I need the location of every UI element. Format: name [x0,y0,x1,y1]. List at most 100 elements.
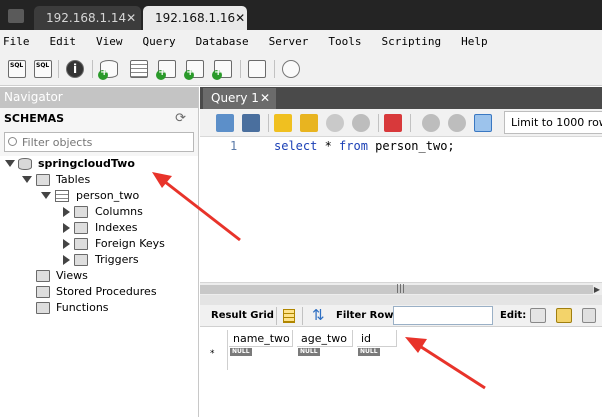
filter-rows-input[interactable] [393,306,493,325]
tab-query-1[interactable]: Query 1 ✕ [203,88,276,109]
collapse-arrow-icon[interactable] [63,207,70,217]
menu-scripting[interactable]: Scripting [378,35,448,48]
function-add-button[interactable] [212,58,234,80]
result-grid-button[interactable]: Result Grid [211,308,274,324]
expand-arrow-icon[interactable] [22,176,32,183]
line-gutter: 1 [200,137,240,282]
panel-splitter[interactable] [200,295,602,305]
column-header-name-two[interactable]: name_two [229,330,293,347]
sql-open-icon [34,60,52,78]
null-cell[interactable]: NULL [298,348,320,356]
sql-code-line[interactable]: select * from person_two; [274,139,455,153]
sql-keyword: select [274,139,318,153]
collapse-arrow-icon[interactable] [63,239,70,249]
search-table-icon [248,60,266,78]
connection-tab-192-168-1-16[interactable]: 192.168.1.16 ✕ [143,6,247,30]
edit-row-icon[interactable] [530,308,546,323]
tree-item-tables[interactable]: Tables [0,172,199,188]
search-table-button[interactable] [246,58,268,80]
close-icon[interactable]: ✕ [260,88,270,109]
execute-icon[interactable] [274,114,292,132]
toolbar-separator [378,114,379,132]
menu-view[interactable]: View [93,35,130,48]
save-icon[interactable] [242,114,260,132]
tree-item-functions[interactable]: Functions [0,300,199,316]
expand-arrow-icon[interactable] [5,160,15,167]
connection-tab-192-168-1-14[interactable]: 192.168.1.14 ✕ [34,6,141,30]
folder-open-icon[interactable] [216,114,234,132]
column-header-id[interactable]: id [357,330,397,347]
limit-rows-select[interactable]: Limit to 1000 rows [504,111,602,134]
filter-objects-input[interactable] [4,132,194,152]
edit-label: Edit: [500,310,527,321]
schema-add-button[interactable] [98,58,120,80]
views-folder-icon [36,270,50,282]
toolbar-separator [410,114,411,132]
result-toolbar: Result Grid ⇅ Filter Rows: Edit: [200,305,602,327]
expand-arrow-icon[interactable] [41,192,51,199]
menu-edit[interactable]: Edit [47,35,84,48]
autocommit-icon[interactable] [474,114,492,132]
tree-item-stored-procedures[interactable]: Stored Procedures [0,284,199,300]
tree-item-columns[interactable]: Columns [0,204,199,220]
menu-file[interactable]: File [0,35,37,48]
view-add-button[interactable] [156,58,178,80]
tree-item-schema[interactable]: springcloudTwo [0,156,199,172]
tree-item-label: Triggers [95,253,139,266]
routine-add-button[interactable] [184,58,206,80]
refresh-icon[interactable]: ⟳ [175,112,186,125]
column-header-age-two[interactable]: age_two [297,330,353,347]
tree-item-label: Columns [95,205,143,218]
reconnect-button[interactable] [280,58,302,80]
row-selector-column [203,330,228,370]
commit-icon[interactable] [422,114,440,132]
add-row-icon[interactable] [556,308,572,323]
reconnect-icon [282,60,300,78]
home-icon[interactable] [8,9,24,23]
null-cell[interactable]: NULL [230,348,252,356]
null-cell[interactable]: NULL [358,348,380,356]
sql-open-button[interactable] [32,58,54,80]
collapse-arrow-icon[interactable] [63,223,70,233]
info-button[interactable] [64,58,86,80]
menu-help[interactable]: Help [458,35,495,48]
grid-view-icon[interactable] [283,309,295,323]
tree-item-label: Tables [56,173,91,186]
query-tab-label: Query 1 [211,91,259,105]
execute-current-icon[interactable] [300,114,318,132]
plus-icon [156,67,166,80]
delete-row-icon[interactable] [582,308,596,323]
collapse-arrow-icon[interactable] [63,255,70,265]
close-icon[interactable]: ✕ [235,11,245,25]
toggle-error-icon[interactable] [384,114,402,132]
toolbar-separator [276,307,277,325]
tree-item-triggers[interactable]: Triggers [0,252,199,268]
tree-item-indexes[interactable]: Indexes [0,220,199,236]
navigator-header: Navigator [0,87,198,108]
editor-horizontal-scrollbar[interactable]: ||| ▶ [200,282,602,295]
stop-icon[interactable] [352,114,370,132]
menu-database[interactable]: Database [193,35,256,48]
sql-new-button[interactable] [6,58,28,80]
tree-item-label: person_two [76,189,140,202]
close-icon[interactable]: ✕ [126,11,136,25]
explain-icon[interactable] [326,114,344,132]
sql-keyword: from [339,139,368,153]
sql-editor[interactable]: 1 select * from person_two; [200,137,602,282]
menu-tools[interactable]: Tools [325,35,368,48]
result-grid: * name_two age_two id NULL NULL NULL [200,327,602,417]
navigator-panel: Navigator SCHEMAS ⟳ springcloudTwo Table… [0,87,199,417]
tables-folder-icon [36,174,50,186]
tree-item-table-person-two[interactable]: person_two [0,188,199,204]
menu-server[interactable]: Server [266,35,316,48]
refresh-icon[interactable]: ⇅ [312,306,325,324]
menu-query[interactable]: Query [140,35,183,48]
sql-text: person_two; [367,139,455,153]
tree-item-label: Foreign Keys [95,237,165,250]
tree-item-views[interactable]: Views [0,268,199,284]
new-row-marker[interactable]: * [210,349,215,359]
table-add-button[interactable] [128,58,150,80]
toolbar-separator [302,307,303,325]
tree-item-foreign-keys[interactable]: Foreign Keys [0,236,199,252]
rollback-icon[interactable] [448,114,466,132]
